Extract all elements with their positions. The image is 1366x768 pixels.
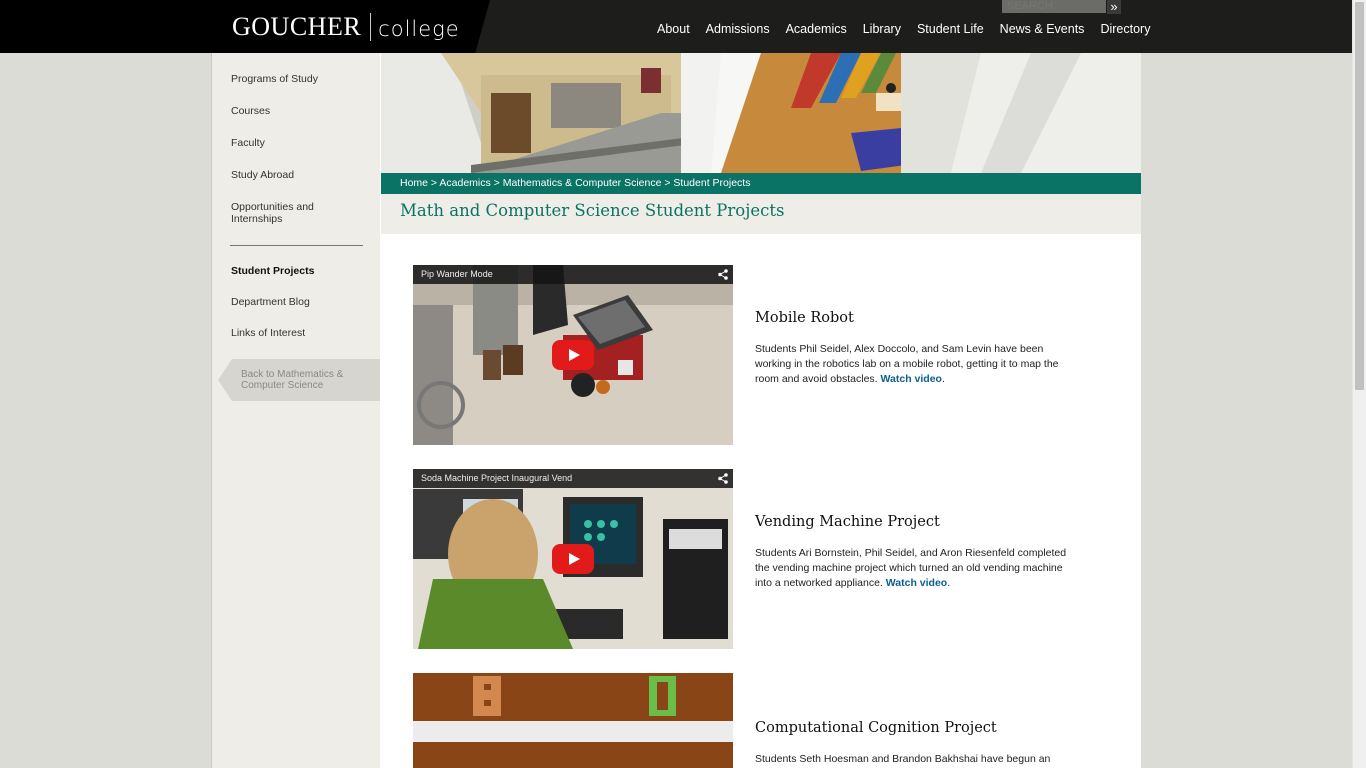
watch-video-link[interactable]: Watch video: [881, 373, 942, 385]
game-screenshot-image: [413, 673, 733, 768]
project-description: Students Seth Hoesman and Brandon Bakhsh…: [755, 752, 1075, 767]
nav-about[interactable]: About: [657, 22, 690, 36]
project-title: Computational Cognition Project: [755, 720, 997, 736]
nav-student-life[interactable]: Student Life: [917, 22, 984, 36]
sidebar-item-opportunities-internships[interactable]: Opportunities and Internships: [231, 201, 351, 225]
project-vending-machine: Soda Machine Project Inaugural Vend Vend…: [413, 469, 1113, 649]
project-description: Students Ari Bornstein, Phil Seidel, and…: [755, 546, 1075, 591]
nav-academics[interactable]: Academics: [786, 22, 847, 36]
nav-library[interactable]: Library: [863, 22, 901, 36]
page-title: Math and Computer Science Student Projec…: [400, 201, 785, 220]
video-title-bar: Soda Machine Project Inaugural Vend: [413, 469, 733, 488]
breadcrumb[interactable]: Home > Academics > Mathematics & Compute…: [381, 173, 1141, 194]
scrollbar-thumb[interactable]: [1355, 2, 1364, 390]
logo-college: college: [378, 17, 460, 41]
video-player[interactable]: Soda Machine Project Inaugural Vend: [413, 469, 733, 649]
description-end: .: [947, 577, 951, 589]
play-button-icon[interactable]: [552, 544, 594, 574]
search-input[interactable]: [1002, 0, 1106, 13]
video-title-bar: Pip Wander Mode: [413, 265, 733, 284]
project-mobile-robot: Pip Wander Mode Mobile Robot Students Ph…: [413, 265, 1113, 445]
video-player[interactable]: Pip Wander Mode: [413, 265, 733, 445]
main-content: Home > Academics > Mathematics & Compute…: [380, 53, 1141, 768]
project-computational-cognition: Computational Cognition Project Students…: [413, 673, 1113, 768]
sidebar-divider: [230, 245, 363, 246]
hero-image: [381, 53, 1141, 173]
search-submit-button[interactable]: »: [1107, 0, 1121, 14]
video-title[interactable]: Soda Machine Project Inaugural Vend: [421, 473, 572, 483]
back-link-label: Back to Mathematics & Computer Science: [241, 369, 344, 391]
nav-news-events[interactable]: News & Events: [1000, 22, 1085, 36]
watch-video-link[interactable]: Watch video: [886, 577, 947, 589]
project-title: Vending Machine Project: [755, 514, 940, 530]
sidebar-item-programs-of-study[interactable]: Programs of Study: [231, 73, 351, 85]
description-end: .: [941, 373, 945, 385]
title-band: Math and Computer Science Student Projec…: [381, 194, 1141, 234]
page-scrollbar[interactable]: [1352, 0, 1366, 768]
play-button-icon[interactable]: [552, 340, 594, 370]
sidebar-item-student-projects[interactable]: Student Projects: [231, 265, 351, 277]
project-description-text: Students Seth Hoesman and Brandon Bakhsh…: [755, 753, 1051, 765]
goucher-college-logo[interactable]: GOUCHER college: [232, 10, 460, 44]
site-header: GOUCHER college » About Admissions Acade…: [0, 0, 1352, 53]
project-title: Mobile Robot: [755, 310, 854, 326]
nav-admissions[interactable]: Admissions: [706, 22, 770, 36]
logo-word: GOUCHER: [232, 12, 362, 41]
logo-divider: [370, 13, 372, 41]
nav-directory[interactable]: Directory: [1100, 22, 1150, 36]
project-description: Students Phil Seidel, Alex Doccolo, and …: [755, 342, 1075, 387]
sidebar-item-study-abroad[interactable]: Study Abroad: [231, 169, 351, 181]
share-icon[interactable]: [718, 269, 728, 280]
video-title[interactable]: Pip Wander Mode: [421, 269, 493, 279]
section-sidebar: Programs of Study Courses Faculty Study …: [211, 53, 381, 768]
share-icon[interactable]: [718, 473, 728, 484]
sidebar-item-courses[interactable]: Courses: [231, 105, 351, 117]
sidebar-item-links-of-interest[interactable]: Links of Interest: [231, 327, 351, 339]
main-navigation: About Admissions Academics Library Stude…: [650, 22, 1159, 36]
back-to-department-link[interactable]: Back to Mathematics & Computer Science: [218, 359, 381, 401]
sidebar-item-department-blog[interactable]: Department Blog: [231, 296, 351, 308]
sidebar-item-faculty[interactable]: Faculty: [231, 137, 351, 149]
